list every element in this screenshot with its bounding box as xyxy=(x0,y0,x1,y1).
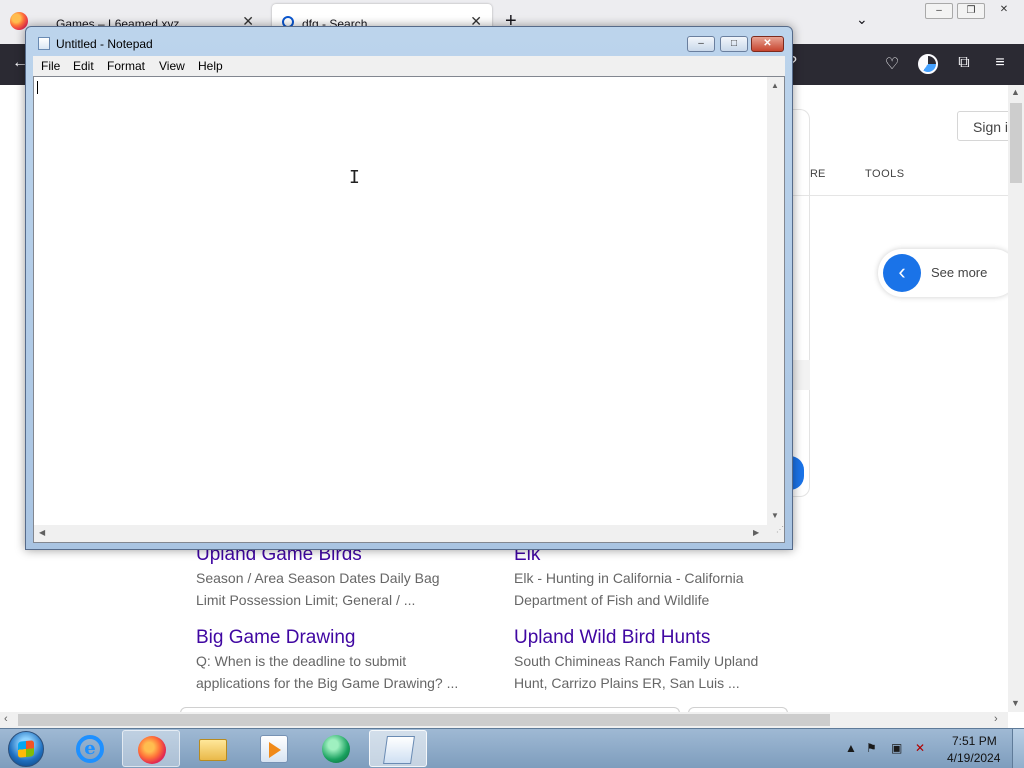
notepad-menu-bar: File Edit Format View Help xyxy=(33,56,785,76)
notepad-window: Untitled - Notepad – □ ✕ File Edit Forma… xyxy=(25,26,793,550)
result-title-link[interactable]: Upland Wild Bird Hunts xyxy=(514,627,814,649)
scroll-left-arrow-icon[interactable]: ◀ xyxy=(39,528,45,537)
scroll-up-arrow-icon[interactable]: ▲ xyxy=(771,81,779,90)
scrollbar-thumb[interactable] xyxy=(1010,103,1022,183)
maximize-button[interactable]: □ xyxy=(720,36,748,52)
close-button[interactable]: ✕ xyxy=(751,36,784,52)
scroll-down-arrow-icon[interactable]: ▼ xyxy=(771,511,779,520)
minimize-button[interactable]: – xyxy=(687,36,715,52)
menu-view[interactable]: View xyxy=(159,59,185,73)
menu-file[interactable]: File xyxy=(41,59,60,73)
tools-tab[interactable]: TOOLS xyxy=(865,168,905,180)
volume-muted-icon[interactable]: ✕ xyxy=(915,741,925,755)
show-hidden-icons-icon[interactable]: ▲ xyxy=(845,741,857,755)
result-snippet: Department of Fish and Wildlife xyxy=(514,592,710,608)
vpn-icon[interactable] xyxy=(918,54,938,74)
network-icon[interactable]: ▣ xyxy=(891,741,902,755)
scroll-left-arrow-icon[interactable]: ‹ xyxy=(4,713,8,725)
answer-card-row xyxy=(790,360,810,390)
scroll-down-arrow-icon[interactable]: ▼ xyxy=(1011,698,1020,708)
taskbar-firefox[interactable] xyxy=(122,730,180,767)
clock-time[interactable]: 7:51 PM xyxy=(952,734,997,748)
result-snippet: Limit Possession Limit; General / ... xyxy=(196,592,416,608)
result-snippet: Hunt, Carrizo Plains ER, San Luis ... xyxy=(514,675,740,691)
chevron-left-icon: ‹ xyxy=(883,254,921,292)
action-center-flag-icon[interactable]: ⚑ xyxy=(866,741,877,755)
extensions-puzzle-icon[interactable]: ⧉ xyxy=(954,54,974,74)
scrollbar-thumb[interactable] xyxy=(18,714,830,726)
result-upland-wild-bird-hunts: Upland Wild Bird Hunts South Chimineas R… xyxy=(514,627,814,694)
taskbar-browser[interactable] xyxy=(307,730,365,767)
browser-globe-icon xyxy=(322,735,350,763)
result-snippet: applications for the Big Game Drawing? .… xyxy=(196,675,459,691)
menu-format[interactable]: Format xyxy=(107,59,145,73)
desktop: Games – L6eamed.xyz ✕ dfg - Search ✕ + ⌄… xyxy=(0,0,1024,768)
result-snippet: Season / Area Season Dates Daily Bag xyxy=(196,570,440,586)
nav-tab-more-partial[interactable]: RE xyxy=(810,168,825,180)
menu-help[interactable]: Help xyxy=(198,59,223,73)
result-title-link[interactable]: Big Game Drawing xyxy=(196,627,496,649)
file-explorer-icon xyxy=(199,739,227,761)
taskbar-media-player[interactable] xyxy=(245,730,303,767)
internet-explorer-icon: e xyxy=(76,735,104,763)
scroll-up-arrow-icon[interactable]: ▲ xyxy=(1011,87,1020,97)
windows-logo-icon xyxy=(18,740,34,758)
pocket-icon[interactable]: ♡ xyxy=(882,54,902,74)
result-snippet: Q: When is the deadline to submit xyxy=(196,653,407,669)
page-vertical-scrollbar[interactable]: ▲ ▼ xyxy=(1008,85,1024,712)
browser-close-button[interactable]: ✕ xyxy=(990,3,1018,19)
notepad-icon xyxy=(383,736,415,764)
taskbar-notepad[interactable] xyxy=(369,730,427,767)
ibeam-cursor-icon: I xyxy=(349,167,360,188)
page-horizontal-scrollbar[interactable]: ‹ › xyxy=(0,712,1008,728)
firefox-icon xyxy=(138,736,166,764)
notepad-title-bar[interactable]: Untitled - Notepad – □ ✕ xyxy=(26,27,792,59)
taskbar-internet-explorer[interactable]: e xyxy=(61,730,119,767)
resize-grip-icon[interactable]: ⋰ xyxy=(767,525,784,542)
menu-edit[interactable]: Edit xyxy=(73,59,94,73)
see-more-label: See more xyxy=(931,265,988,280)
scroll-right-arrow-icon[interactable]: › xyxy=(994,713,998,725)
result-snippet: South Chimineas Ranch Family Upland xyxy=(514,653,759,669)
browser-restore-button[interactable]: ❐ xyxy=(957,3,985,19)
browser-minimize-button[interactable]: – xyxy=(925,3,953,19)
show-desktop-button[interactable] xyxy=(1012,729,1024,768)
taskbar: e ▲ ⚑ ▣ ✕ 7:51 PM 4/19/2024 xyxy=(0,728,1024,768)
scroll-right-arrow-icon[interactable]: ▶ xyxy=(753,528,759,537)
result-upland-game-birds: Upland Game Birds Season / Area Season D… xyxy=(196,544,496,611)
notepad-app-icon xyxy=(38,37,50,50)
text-caret xyxy=(37,81,38,94)
nav-divider xyxy=(790,195,1008,196)
result-snippet: Elk - Hunting in California - California xyxy=(514,570,744,586)
media-player-icon xyxy=(260,735,288,763)
notepad-vertical-scrollbar[interactable]: ▲ ▼ xyxy=(767,77,784,525)
clock-date[interactable]: 4/19/2024 xyxy=(947,751,1000,765)
hamburger-menu-icon[interactable]: ≡ xyxy=(990,54,1010,74)
taskbar-file-explorer[interactable] xyxy=(184,730,242,767)
notepad-horizontal-scrollbar[interactable]: ◀ ▶ xyxy=(34,525,769,542)
see-more-button[interactable]: ‹ See more xyxy=(878,249,1018,297)
result-big-game-drawing: Big Game Drawing Q: When is the deadline… xyxy=(196,627,496,694)
start-button[interactable] xyxy=(8,731,44,767)
notepad-text-area[interactable]: I ▲ ▼ ◀ ▶ ⋰ xyxy=(33,76,785,543)
list-tabs-chevron-icon[interactable]: ⌄ xyxy=(856,11,868,28)
result-elk: Elk Elk - Hunting in California - Califo… xyxy=(514,544,814,611)
notepad-window-title: Untitled - Notepad xyxy=(56,37,153,51)
answer-card-edge xyxy=(790,109,810,497)
